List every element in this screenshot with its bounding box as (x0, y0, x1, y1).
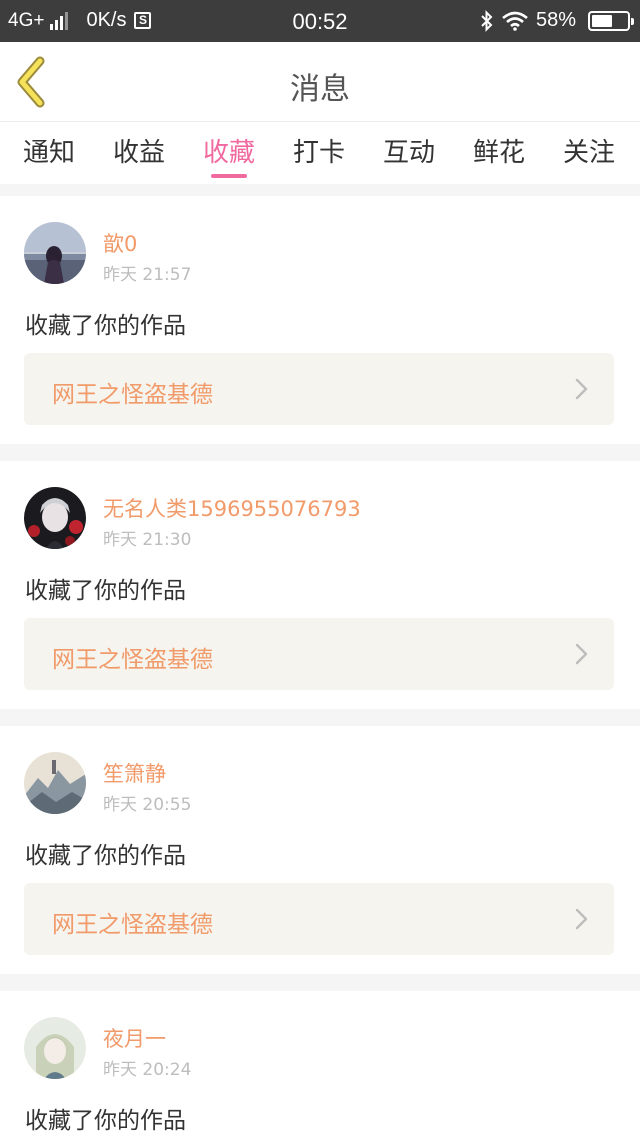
work-link[interactable]: 网王之怪盗基德 (24, 618, 614, 690)
work-title: 网王之怪盗基德 (52, 647, 213, 673)
user-name[interactable]: 笙箫静 (103, 758, 166, 788)
tab-earnings[interactable]: 收益 (104, 132, 174, 169)
tab-checkin[interactable]: 打卡 (284, 132, 354, 169)
status-bar: 4G+ 0K/s S 00:52 58% (0, 0, 640, 42)
avatar[interactable] (24, 487, 86, 549)
battery-percent: 58% (535, 9, 576, 31)
bluetooth-icon (481, 9, 493, 32)
message-card: 夜月一 昨天 20:24 收藏了你的作品 (0, 991, 640, 1143)
avatar[interactable] (24, 222, 86, 284)
wifi-icon (502, 11, 528, 31)
work-title: 网王之怪盗基德 (52, 912, 213, 938)
action-text: 收藏了你的作品 (25, 578, 186, 604)
action-text: 收藏了你的作品 (25, 313, 186, 339)
tab-follow[interactable]: 关注 (554, 132, 624, 169)
message-card: 笙箫静 昨天 20:55 收藏了你的作品 网王之怪盗基德 (0, 726, 640, 974)
chevron-right-icon (575, 908, 588, 930)
timestamp: 昨天 21:57 (103, 265, 192, 285)
tab-bar: 通知 收益 收藏 打卡 互动 鲜花 关注 (0, 122, 640, 184)
tab-interaction[interactable]: 互动 (374, 132, 444, 169)
chevron-right-icon (575, 643, 588, 665)
user-name[interactable]: 无名人类1596955076793 (103, 493, 361, 523)
tab-favorites[interactable]: 收藏 (194, 132, 264, 178)
work-link[interactable]: 网王之怪盗基德 (24, 353, 614, 425)
nav-bar: 消息 (0, 42, 640, 122)
work-title: 网王之怪盗基德 (52, 382, 213, 408)
timestamp: 昨天 20:55 (103, 795, 192, 815)
user-name[interactable]: 夜月一 (103, 1023, 166, 1053)
message-card: 歆0 昨天 21:57 收藏了你的作品 网王之怪盗基德 (0, 196, 640, 444)
timestamp: 昨天 21:30 (103, 530, 192, 550)
tab-flowers[interactable]: 鲜花 (464, 132, 534, 169)
chevron-right-icon (575, 378, 588, 400)
message-card: 无名人类1596955076793 昨天 21:30 收藏了你的作品 网王之怪盗… (0, 461, 640, 709)
status-right: 58% (480, 9, 634, 32)
active-tab-indicator (211, 174, 247, 178)
page-title: 消息 (290, 72, 350, 107)
tab-favorites-label: 收藏 (202, 138, 255, 168)
tab-notifications[interactable]: 通知 (14, 132, 84, 169)
timestamp: 昨天 20:24 (103, 1060, 192, 1080)
action-text: 收藏了你的作品 (25, 843, 186, 869)
action-text: 收藏了你的作品 (25, 1108, 186, 1134)
user-name[interactable]: 歆0 (103, 228, 137, 258)
avatar[interactable] (24, 752, 86, 814)
battery-icon (588, 10, 634, 31)
work-link[interactable]: 网王之怪盗基德 (24, 883, 614, 955)
avatar[interactable] (24, 1017, 86, 1079)
